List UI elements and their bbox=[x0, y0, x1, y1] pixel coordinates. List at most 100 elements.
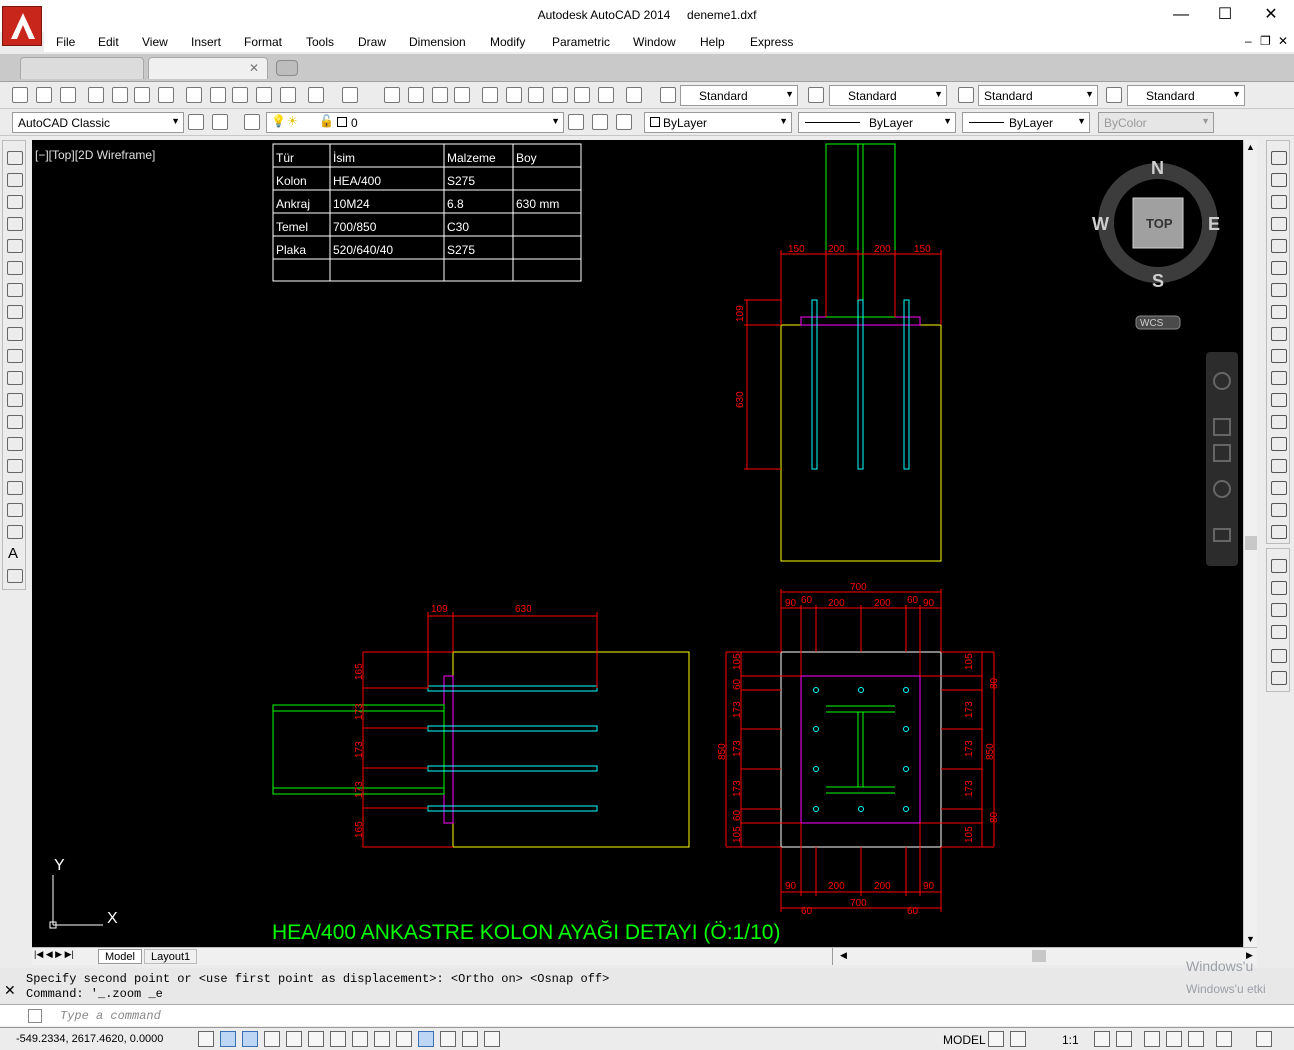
tab-close-icon[interactable]: ✕ bbox=[249, 61, 259, 75]
pan-nav-icon[interactable] bbox=[1213, 418, 1231, 436]
doc-minimize-icon[interactable]: – bbox=[1245, 34, 1252, 48]
workspace-switch-icon[interactable] bbox=[1144, 1031, 1160, 1047]
erase-icon[interactable] bbox=[1271, 151, 1287, 165]
quick-view-drawings-icon[interactable] bbox=[1010, 1031, 1026, 1047]
viewcube[interactable] bbox=[1098, 163, 1218, 330]
zoom-realtime-icon[interactable] bbox=[408, 87, 424, 103]
join-icon[interactable] bbox=[1271, 437, 1287, 451]
selection-cycling-icon[interactable] bbox=[484, 1031, 500, 1047]
revision-cloud-icon[interactable] bbox=[7, 305, 23, 319]
layer-on-icon[interactable]: 💡 bbox=[271, 114, 286, 128]
calculator-icon[interactable] bbox=[598, 87, 614, 103]
layer-previous-icon[interactable] bbox=[592, 114, 608, 130]
menu-help[interactable]: Help bbox=[700, 35, 725, 49]
osnap-icon[interactable] bbox=[308, 1031, 324, 1047]
menu-view[interactable]: View bbox=[142, 35, 168, 49]
coordinates-readout[interactable]: -549.2334, 2617.4620, 0.0000 bbox=[16, 1033, 163, 1045]
vertical-scrollbar[interactable]: ▲ ▼ bbox=[1243, 140, 1257, 947]
rectangle-icon[interactable] bbox=[7, 239, 23, 253]
menu-file[interactable]: File bbox=[56, 35, 75, 49]
arc-icon[interactable] bbox=[7, 261, 23, 275]
menu-edit[interactable]: Edit bbox=[98, 35, 119, 49]
transparency-icon[interactable] bbox=[440, 1031, 456, 1047]
properties-icon[interactable] bbox=[482, 87, 498, 103]
clean-screen-icon[interactable] bbox=[1256, 1031, 1272, 1047]
polygon-icon[interactable] bbox=[7, 217, 23, 231]
table-icon[interactable] bbox=[7, 525, 23, 539]
save-icon[interactable] bbox=[60, 87, 76, 103]
drawing-canvas[interactable]: [−][Top][2D Wireframe] Tür İsim Malzeme … bbox=[32, 140, 1243, 947]
table-style-icon[interactable] bbox=[958, 87, 974, 103]
dim-style-select[interactable]: Standard ▼ bbox=[829, 85, 947, 106]
application-menu-button[interactable] bbox=[2, 6, 42, 46]
lineweight-toggle-icon[interactable] bbox=[418, 1031, 434, 1047]
offset-icon[interactable] bbox=[1271, 217, 1287, 231]
infer-constraints-icon[interactable] bbox=[198, 1031, 214, 1047]
zoom-previous-icon[interactable] bbox=[454, 87, 470, 103]
menu-parametric[interactable]: Parametric bbox=[552, 35, 610, 49]
rotate-icon[interactable] bbox=[1271, 283, 1287, 297]
close-button[interactable]: ✕ bbox=[1248, 4, 1294, 26]
array-icon[interactable] bbox=[1271, 239, 1287, 253]
scroll-left-icon[interactable]: ◀ bbox=[840, 950, 847, 961]
color-select[interactable]: ByLayer ▼ bbox=[644, 112, 792, 133]
annotation-scale[interactable]: 1:1 bbox=[1062, 1033, 1079, 1047]
3dprint-icon[interactable] bbox=[158, 87, 174, 103]
polyline-icon[interactable] bbox=[7, 195, 23, 209]
copy-object-icon[interactable] bbox=[1271, 173, 1287, 187]
scale-icon[interactable] bbox=[1271, 305, 1287, 319]
menu-window[interactable]: Window bbox=[633, 35, 676, 49]
toolbar-lock-icon[interactable] bbox=[1166, 1031, 1182, 1047]
hardware-accel-icon[interactable] bbox=[1188, 1031, 1204, 1047]
multiline-text-icon[interactable]: A bbox=[8, 545, 18, 562]
file-tab-active[interactable]: ✕ bbox=[148, 57, 268, 79]
cut-icon[interactable] bbox=[186, 87, 202, 103]
hatch-back-icon[interactable] bbox=[1271, 671, 1287, 685]
bring-to-front-icon[interactable] bbox=[1271, 559, 1287, 573]
grid-icon[interactable] bbox=[220, 1031, 236, 1047]
showmotion-icon[interactable] bbox=[1213, 528, 1231, 542]
ellipse-icon[interactable] bbox=[7, 349, 23, 363]
make-current-layer-icon[interactable] bbox=[568, 114, 584, 130]
mirror-icon[interactable] bbox=[1271, 195, 1287, 209]
block-editor-icon[interactable] bbox=[280, 87, 296, 103]
workspace-settings-icon[interactable] bbox=[188, 114, 204, 130]
file-tab-1[interactable] bbox=[20, 57, 144, 79]
model-space-toggle[interactable]: MODEL bbox=[943, 1033, 986, 1047]
isolate-objects-icon[interactable] bbox=[1216, 1031, 1232, 1047]
layer-unlock-icon[interactable]: 🔓 bbox=[319, 114, 334, 128]
layer-select[interactable]: 💡 ☀ 🔓 0 ▼ bbox=[266, 112, 564, 133]
spline-icon[interactable] bbox=[7, 327, 23, 341]
tab-layout1[interactable]: Layout1 bbox=[144, 949, 198, 964]
send-under-icon[interactable] bbox=[1271, 625, 1287, 639]
circle-icon[interactable] bbox=[7, 283, 23, 297]
menu-dimension[interactable]: Dimension bbox=[409, 35, 466, 49]
bring-above-icon[interactable] bbox=[1271, 603, 1287, 617]
line-icon[interactable] bbox=[7, 151, 23, 165]
ellipse-arc-icon[interactable] bbox=[7, 371, 23, 385]
chamfer-icon[interactable] bbox=[1271, 459, 1287, 473]
ducs-icon[interactable] bbox=[374, 1031, 390, 1047]
scroll-up-icon[interactable]: ▲ bbox=[1246, 142, 1255, 152]
menu-format[interactable]: Format bbox=[244, 35, 282, 49]
menu-express[interactable]: Express bbox=[750, 35, 793, 49]
first-layout-icon[interactable]: |◀ ◀ ▶ ▶| bbox=[34, 949, 74, 960]
paste-icon[interactable] bbox=[232, 87, 248, 103]
insert-block-icon[interactable] bbox=[7, 393, 23, 407]
tab-model[interactable]: Model bbox=[98, 949, 142, 964]
add-selected-icon[interactable] bbox=[7, 569, 23, 583]
command-prompt-icon[interactable] bbox=[28, 1009, 42, 1023]
maximize-button[interactable]: ☐ bbox=[1202, 4, 1248, 26]
ortho-icon[interactable] bbox=[264, 1031, 280, 1047]
lineweight-select[interactable]: ByLayer ▼ bbox=[962, 112, 1090, 133]
undo-icon[interactable] bbox=[308, 87, 324, 103]
new-tab-icon[interactable] bbox=[276, 60, 298, 76]
point-icon[interactable] bbox=[7, 437, 23, 451]
quick-properties-icon[interactable] bbox=[462, 1031, 478, 1047]
menu-tools[interactable]: Tools bbox=[306, 35, 334, 49]
make-block-icon[interactable] bbox=[7, 415, 23, 429]
tool-palettes-icon[interactable] bbox=[528, 87, 544, 103]
send-to-back-icon[interactable] bbox=[1271, 581, 1287, 595]
otrack-icon[interactable] bbox=[352, 1031, 368, 1047]
move-icon[interactable] bbox=[1271, 261, 1287, 275]
